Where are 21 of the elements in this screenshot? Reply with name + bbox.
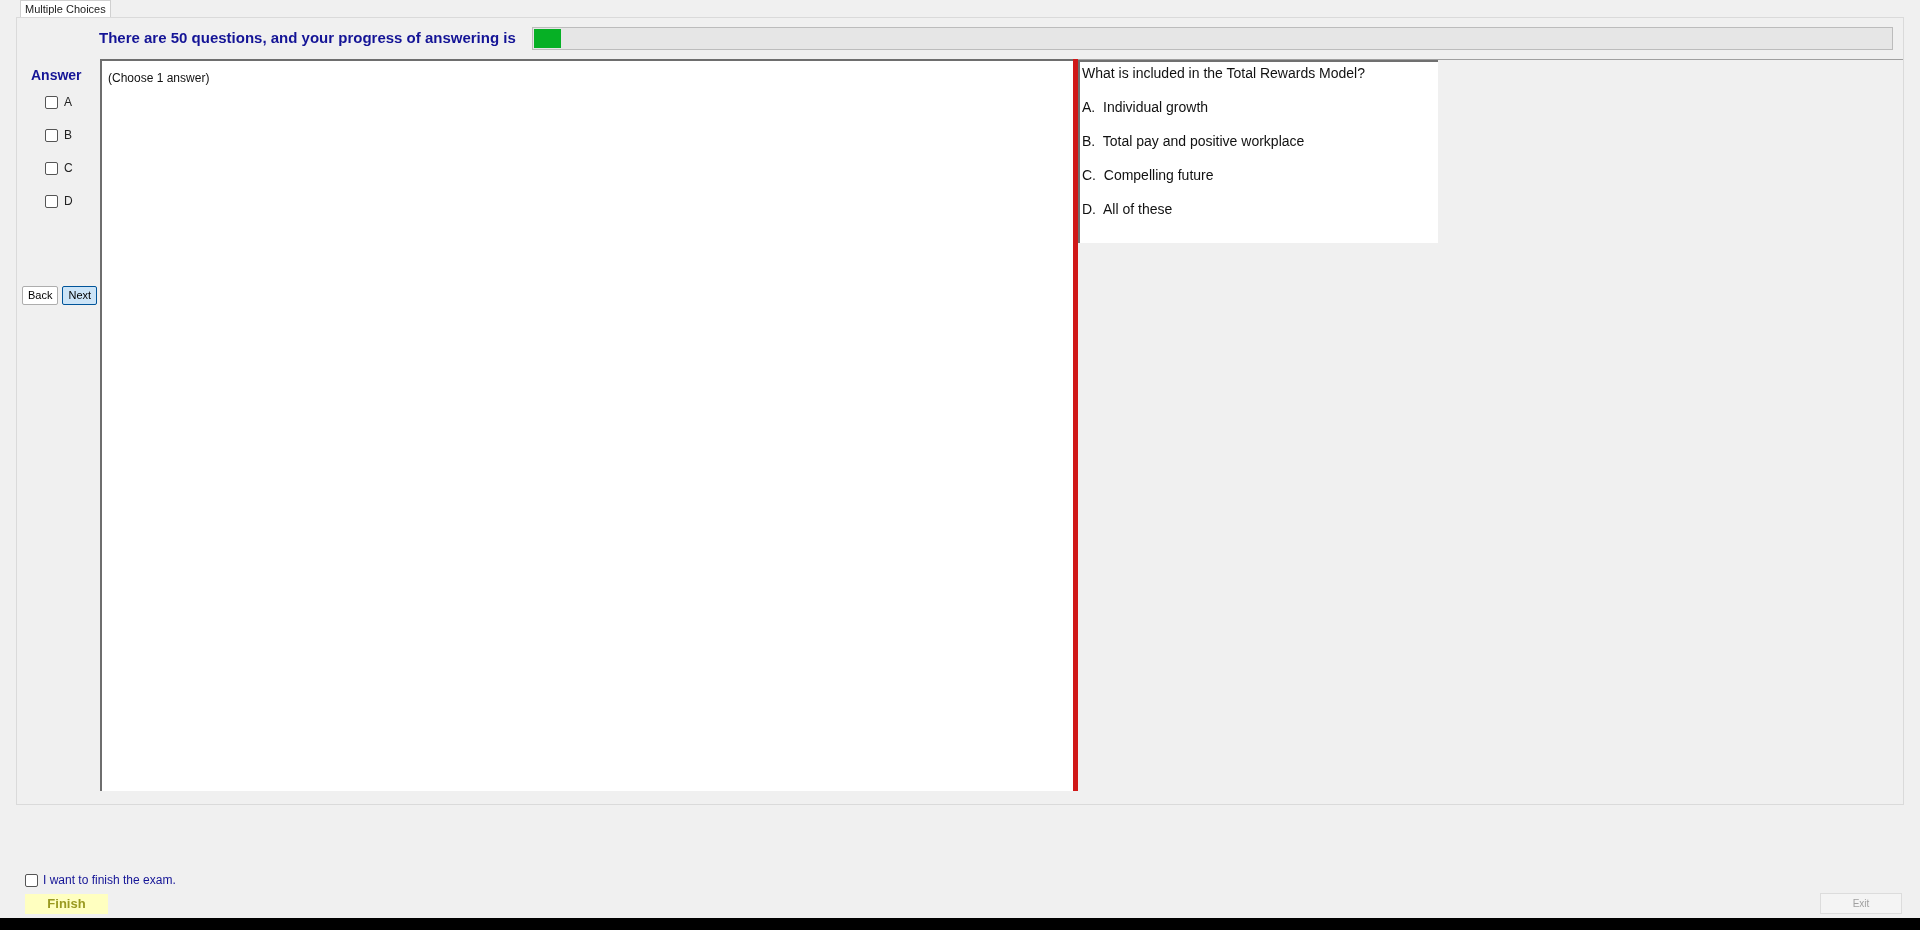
choice-text: B. Total pay and positive workplace bbox=[1082, 132, 1306, 151]
finish-confirm-label: I want to finish the exam. bbox=[43, 872, 176, 889]
progress-label: There are 50 questions, and your progress of answering is bbox=[99, 28, 516, 49]
checkbox[interactable] bbox=[45, 194, 58, 208]
checkbox[interactable] bbox=[25, 873, 38, 887]
checkbox[interactable] bbox=[45, 95, 58, 109]
checkbox[interactable] bbox=[45, 128, 58, 142]
choice-text: D. All of these bbox=[1082, 200, 1174, 219]
option-label: C bbox=[64, 160, 73, 177]
option-label: A bbox=[64, 94, 72, 111]
answer-title: Answer bbox=[31, 66, 83, 85]
checkbox[interactable] bbox=[45, 161, 58, 175]
choice-text: A. Individual growth bbox=[1082, 98, 1210, 117]
tab[interactable]: Multiple Choices bbox=[20, 0, 111, 17]
question-text: What is included in the Total Rewards Model? bbox=[1082, 64, 1366, 83]
choice-text: C. Compelling future bbox=[1082, 166, 1215, 185]
option-label: B bbox=[64, 127, 72, 144]
next-button[interactable]: Next bbox=[62, 286, 98, 305]
back-button[interactable]: Back bbox=[22, 286, 59, 305]
option-label: D bbox=[64, 193, 73, 210]
instruction-text: (Choose 1 answer) bbox=[108, 71, 210, 85]
